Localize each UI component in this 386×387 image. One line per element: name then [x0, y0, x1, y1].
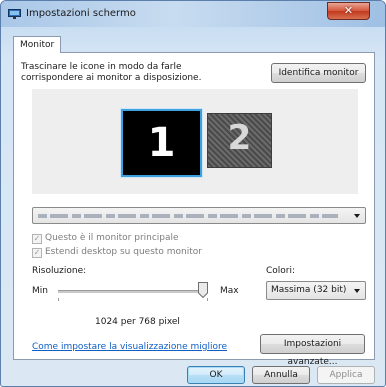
monitor-select[interactable]: [32, 207, 366, 224]
colors-select[interactable]: Massima (32 bit): [266, 281, 366, 300]
close-icon: ✕: [343, 4, 354, 17]
instructions-text: Trascinare le icone in modo da farle cor…: [21, 62, 202, 83]
resolution-slider-track[interactable]: [58, 290, 208, 293]
ok-button[interactable]: OK: [187, 366, 245, 384]
checkmark-icon: ✓: [32, 248, 42, 258]
close-button[interactable]: ✕: [327, 2, 370, 20]
slider-tick: [58, 298, 59, 301]
display-settings-icon: [8, 9, 21, 19]
chevron-down-icon: [354, 289, 360, 293]
colors-label: Colori:: [266, 266, 296, 276]
advanced-settings-button[interactable]: Impostazioni avanzate...: [260, 334, 365, 367]
help-link[interactable]: Come impostare la visualizzazione miglio…: [32, 342, 227, 352]
dialog-window: Impostazioni schermo ✕ Monitor Trascinar…: [0, 0, 386, 387]
resolution-min-label: Min: [32, 286, 48, 296]
checkmark-icon: ✓: [32, 234, 42, 244]
monitor-1-number: 1: [147, 120, 176, 166]
monitor-select-unreadable-text: [38, 214, 338, 218]
window-title: Impostazioni schermo: [26, 8, 136, 19]
title-bar[interactable]: Impostazioni schermo ✕: [1, 1, 385, 27]
identify-monitors-button[interactable]: Identifica monitor: [271, 63, 366, 83]
checkbox-primary-monitor[interactable]: ✓ Questo è il monitor principale: [32, 233, 179, 244]
resolution-value: 1024 per 768 pixel: [95, 317, 180, 327]
monitor-2-number: 2: [227, 118, 252, 158]
apply-button[interactable]: Applica: [317, 366, 375, 384]
tab-monitor[interactable]: Monitor: [13, 36, 61, 53]
resolution-slider-thumb[interactable]: [198, 282, 208, 298]
colors-select-value: Massima (32 bit): [271, 285, 347, 295]
monitor-1-icon[interactable]: 1: [120, 108, 203, 178]
checkbox-extend-desktop[interactable]: ✓ Estendi desktop su questo monitor: [32, 247, 202, 258]
chevron-down-icon: [354, 214, 360, 218]
monitor-2-icon[interactable]: 2: [207, 113, 272, 168]
slider-tick: [207, 298, 208, 301]
resolution-max-label: Max: [220, 286, 239, 296]
cancel-button[interactable]: Annulla: [252, 366, 310, 384]
checkbox-primary-monitor-label: Questo è il monitor principale: [45, 233, 179, 243]
checkbox-extend-desktop-label: Estendi desktop su questo monitor: [45, 247, 202, 257]
resolution-label: Risoluzione:: [32, 266, 87, 276]
